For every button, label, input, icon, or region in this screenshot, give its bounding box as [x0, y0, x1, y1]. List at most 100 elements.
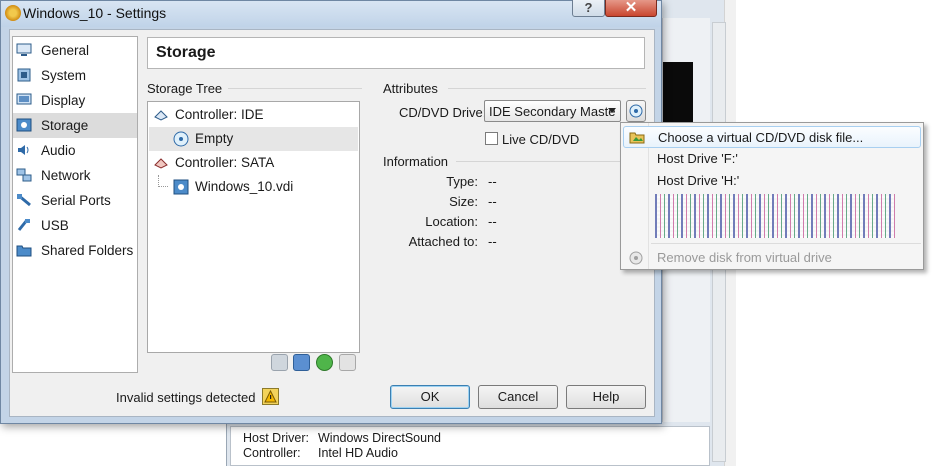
ide-controller-icon	[154, 110, 168, 121]
information-label: Information	[383, 154, 449, 169]
dialog-body: General System Display Storage Audio Net…	[9, 29, 655, 417]
help-title-button[interactable]: ?	[572, 0, 605, 17]
divider	[228, 88, 362, 89]
sidebar-item-label: Network	[41, 168, 91, 183]
remove-disc-icon	[629, 251, 643, 265]
window-title: Windows_10 - Settings	[23, 5, 167, 21]
sidebar-item-label: System	[41, 68, 87, 83]
tree-node-empty[interactable]: Empty	[149, 127, 358, 151]
tree-node-label: Controller: SATA	[175, 155, 275, 170]
tree-node-vdi[interactable]: Windows_10.vdi	[149, 175, 358, 199]
settings-sidebar: General System Display Storage Audio Net…	[12, 36, 138, 373]
tree-node-ide-controller[interactable]: Controller: IDE	[149, 103, 358, 127]
menu-item-remove-disk: Remove disk from virtual drive	[623, 247, 921, 269]
sata-controller-icon	[154, 158, 168, 169]
storage-icon	[16, 118, 32, 132]
sidebar-item-label: USB	[41, 218, 69, 233]
info-size-value: --	[488, 194, 497, 209]
attributes-label: Attributes	[383, 81, 438, 96]
network-icon	[16, 168, 32, 182]
sidebar-item-serial-ports[interactable]: Serial Ports	[13, 188, 137, 213]
add-attachment-icon[interactable]	[316, 354, 333, 371]
menu-item-choose-disk-file[interactable]: Choose a virtual CD/DVD disk file...	[623, 126, 921, 148]
sidebar-item-label: Serial Ports	[41, 193, 111, 208]
display-icon	[16, 93, 32, 105]
info-location-label: Location:	[425, 214, 478, 229]
menu-separator	[651, 243, 921, 244]
redacted-menu-item	[655, 194, 895, 238]
remove-attachment-icon[interactable]	[339, 354, 356, 371]
usb-icon	[17, 219, 30, 231]
cancel-button[interactable]: Cancel	[478, 385, 558, 409]
settings-dialog: Windows_10 - Settings ? ✕ General System…	[0, 0, 662, 424]
cd-dvd-drive-value: IDE Secondary Maste	[489, 104, 616, 119]
tree-node-label: Controller: IDE	[175, 107, 264, 122]
warning-icon[interactable]	[262, 388, 279, 405]
optical-disc-icon	[629, 104, 643, 118]
storage-tree: Controller: IDE Empty Controller: SATA W…	[147, 101, 360, 353]
chevron-down-icon	[608, 108, 616, 113]
help-button[interactable]: Help	[566, 385, 646, 409]
audio-icon	[18, 145, 29, 155]
system-icon	[17, 68, 31, 82]
remove-controller-icon[interactable]	[293, 354, 310, 371]
menu-item-label: Choose a virtual CD/DVD disk file...	[658, 130, 864, 145]
divider	[448, 88, 646, 89]
general-icon	[16, 43, 32, 56]
page-title: Storage	[147, 37, 645, 69]
sidebar-item-system[interactable]: System	[13, 63, 137, 88]
info-type-value: --	[488, 174, 497, 189]
divider	[456, 161, 646, 162]
live-cd-checkbox[interactable]	[485, 132, 498, 145]
optical-disc-icon	[173, 131, 189, 147]
sidebar-item-general[interactable]: General	[13, 38, 137, 63]
storage-tree-label: Storage Tree	[147, 81, 223, 96]
close-button[interactable]: ✕	[605, 0, 657, 17]
info-attached-label: Attached to:	[408, 234, 478, 249]
cd-dvd-drive-select[interactable]: IDE Secondary Maste	[484, 100, 621, 122]
tree-node-label: Windows_10.vdi	[195, 179, 294, 194]
info-size-label: Size:	[449, 194, 478, 209]
choose-disk-button[interactable]	[626, 100, 646, 122]
sidebar-item-display[interactable]: Display	[13, 88, 137, 113]
sidebar-item-audio[interactable]: Audio	[13, 138, 137, 163]
shared-folders-icon	[16, 245, 32, 257]
sidebar-item-label: Display	[41, 93, 86, 108]
warning-triangle-icon	[264, 389, 277, 403]
controller-label: Controller:	[243, 446, 301, 460]
ok-button[interactable]: OK	[390, 385, 470, 409]
sidebar-item-network[interactable]: Network	[13, 163, 137, 188]
background-audio-panel: Host Driver: Windows DirectSound Controll…	[230, 426, 710, 466]
sidebar-item-storage[interactable]: Storage	[13, 113, 137, 138]
menu-item-label: Remove disk from virtual drive	[657, 250, 832, 265]
disk-popup-menu: Choose a virtual CD/DVD disk file... Hos…	[620, 122, 924, 270]
host-driver-label: Host Driver:	[243, 431, 309, 445]
status-text: Invalid settings detected	[116, 390, 256, 405]
info-location-value: --	[488, 214, 497, 229]
sidebar-item-label: Shared Folders	[41, 243, 134, 258]
tree-node-label: Empty	[195, 131, 234, 146]
cd-dvd-drive-label: CD/DVD Drive:	[399, 105, 487, 120]
background-row: Controller: Intel HD Audio	[243, 446, 398, 460]
sidebar-item-usb[interactable]: USB	[13, 213, 137, 238]
tree-node-sata-controller[interactable]: Controller: SATA	[149, 151, 358, 175]
title-bar: Windows_10 - Settings ? ✕	[1, 0, 661, 27]
info-attached-value: --	[488, 234, 497, 249]
add-controller-icon[interactable]	[271, 354, 288, 371]
menu-item-host-drive-h[interactable]: Host Drive 'H:'	[623, 170, 921, 192]
sidebar-item-shared-folders[interactable]: Shared Folders	[13, 238, 137, 263]
host-driver-value: Windows DirectSound	[318, 431, 441, 445]
menu-item-label: Host Drive 'H:'	[657, 173, 740, 188]
sidebar-item-label: Audio	[41, 143, 76, 158]
menu-item-label: Host Drive 'F:'	[657, 151, 738, 166]
folder-disk-icon	[629, 132, 645, 144]
hard-disk-icon	[173, 179, 189, 195]
info-type-label: Type:	[446, 174, 478, 189]
sidebar-item-label: General	[41, 43, 90, 58]
controller-value: Intel HD Audio	[318, 446, 398, 460]
virtualbox-icon	[5, 5, 21, 21]
background-row: Host Driver: Windows DirectSound	[243, 431, 441, 445]
sidebar-item-label: Storage	[41, 118, 89, 133]
menu-item-host-drive-f[interactable]: Host Drive 'F:'	[623, 148, 921, 170]
live-cd-label: Live CD/DVD	[502, 132, 580, 147]
